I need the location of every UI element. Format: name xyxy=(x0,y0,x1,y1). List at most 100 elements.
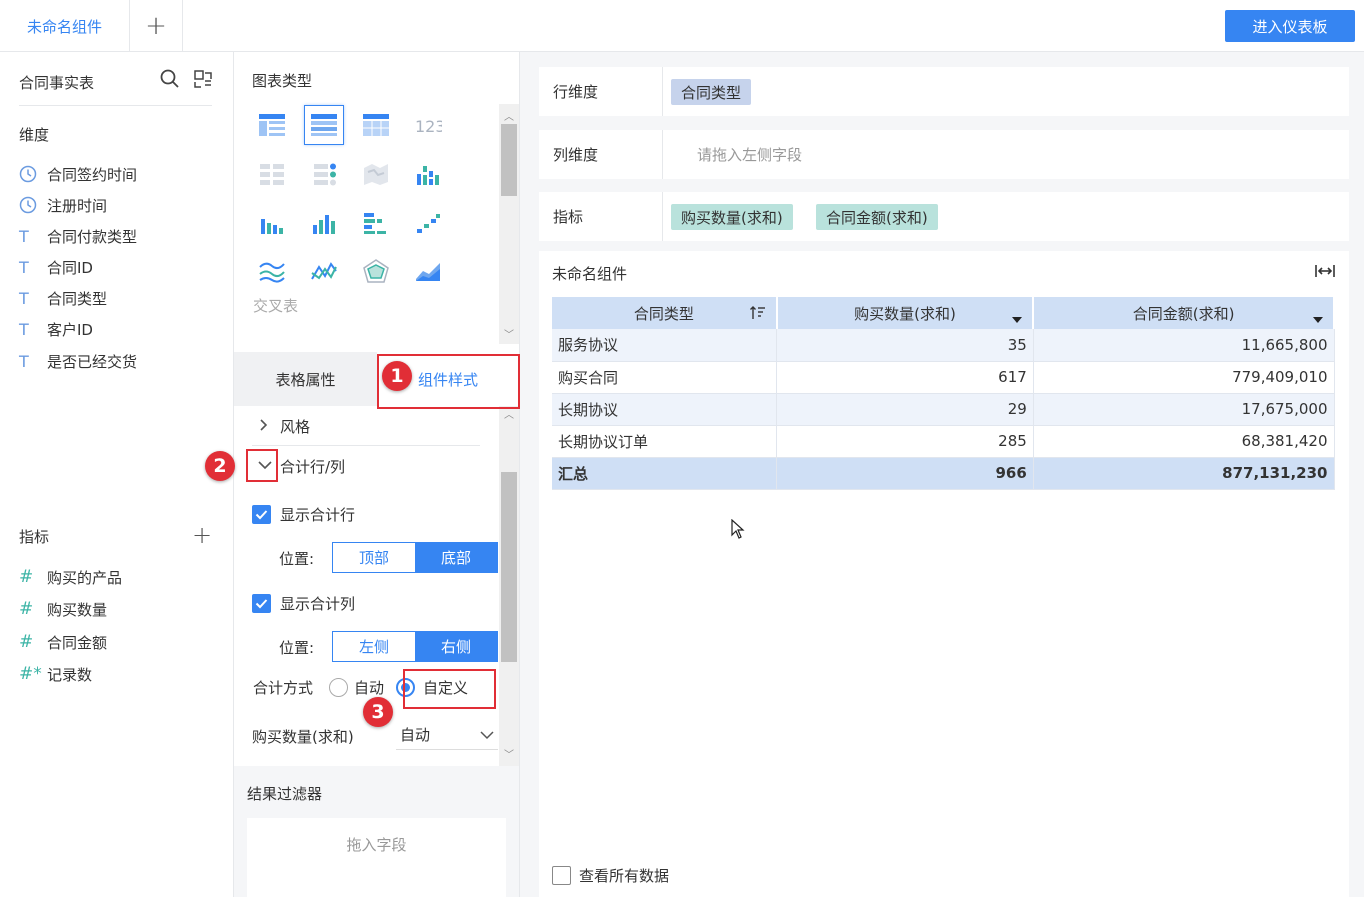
metric-field[interactable]: #* 记录数 xyxy=(19,663,92,685)
add-metric-button[interactable]: + xyxy=(192,523,212,547)
grouped-table-icon[interactable] xyxy=(356,105,396,145)
scrollbar-thumb[interactable] xyxy=(501,472,517,662)
style-section-toggle[interactable]: 风格 xyxy=(258,416,310,437)
detail-table-icon[interactable] xyxy=(252,105,292,145)
dimension-field[interactable]: T 是否已经交货 xyxy=(19,350,137,372)
row-dimension-pill[interactable]: 合同类型 xyxy=(671,79,752,105)
dimension-field[interactable]: T 客户ID xyxy=(19,318,93,340)
line-chart-icon[interactable] xyxy=(252,251,292,291)
position-left-option[interactable]: 左侧 xyxy=(333,632,415,661)
total-method-label: 合计方式 xyxy=(253,679,314,697)
table-cell[interactable]: 11,665,800 xyxy=(1033,329,1335,362)
tab-table-properties[interactable]: 表格属性 xyxy=(234,352,377,406)
area-chart-icon[interactable] xyxy=(408,251,448,291)
component-title[interactable]: 未命名组件 xyxy=(552,263,627,284)
table-cell[interactable]: 35 xyxy=(776,329,1034,362)
header-label: 购买数量(求和) xyxy=(854,304,956,323)
polyline-chart-icon[interactable] xyxy=(304,251,344,291)
map-icon[interactable] xyxy=(356,154,396,194)
show-total-col-checkbox[interactable]: 显示合计列 xyxy=(252,593,355,614)
tab-unnamed-component[interactable]: 未命名组件 xyxy=(0,0,130,52)
table-cell[interactable]: 29 xyxy=(776,393,1034,426)
table-cell[interactable]: 617 xyxy=(776,361,1034,394)
position-right-option[interactable]: 右侧 xyxy=(415,632,497,661)
position-top-option[interactable]: 顶部 xyxy=(333,543,415,572)
scrollbar-thumb[interactable] xyxy=(501,124,517,196)
bar-chart-icon[interactable] xyxy=(252,203,292,243)
result-filter-section: 结果过滤器 拖入字段 xyxy=(234,766,519,897)
filter-drop-zone[interactable]: 拖入字段 xyxy=(247,818,506,897)
col-dimension-drop-zone[interactable]: 请拖入左侧字段 xyxy=(697,130,802,179)
indicator-card-icon[interactable] xyxy=(304,154,344,194)
dimension-field[interactable]: 合同签约时间 xyxy=(19,163,137,185)
table-row: 服务协议 35 11,665,800 xyxy=(552,329,1335,362)
enter-dashboard-button[interactable]: 进入仪表板 xyxy=(1225,10,1355,42)
column-chart-icon[interactable] xyxy=(304,203,344,243)
step-badge: 2 xyxy=(205,451,235,481)
step-chart-icon[interactable] xyxy=(408,203,448,243)
text-grid-icon[interactable] xyxy=(252,154,292,194)
highlight-box xyxy=(403,669,496,709)
position-bottom-option[interactable]: 底部 xyxy=(415,543,497,572)
metric-pill[interactable]: 购买数量(求和) xyxy=(671,204,793,230)
metric-field[interactable]: # 购买的产品 xyxy=(19,566,122,588)
chevron-right-icon xyxy=(258,418,280,435)
table-cell[interactable]: 购买合同 xyxy=(552,361,778,394)
total-cell: 966 xyxy=(776,457,1034,490)
field-label: 合同签约时间 xyxy=(47,165,138,184)
checkbox-label: 查看所有数据 xyxy=(579,867,670,885)
view-all-data-checkbox[interactable]: 查看所有数据 xyxy=(552,865,669,886)
kpi-number-icon[interactable]: 123 xyxy=(408,105,448,145)
dimension-field[interactable]: 注册时间 xyxy=(19,194,107,216)
search-icon[interactable] xyxy=(160,69,180,93)
radar-chart-icon[interactable] xyxy=(356,251,396,291)
dropdown-arrow-icon[interactable] xyxy=(1012,309,1023,327)
position-label: 位置: xyxy=(279,550,315,568)
table-cell[interactable]: 779,409,010 xyxy=(1033,361,1335,394)
metric-field[interactable]: # 购买数量 xyxy=(19,598,107,620)
table-cell[interactable]: 长期协议订单 xyxy=(552,425,778,458)
field-label: 客户ID xyxy=(47,320,93,339)
crosstab-icon[interactable] xyxy=(304,105,344,145)
table-cell[interactable]: 服务协议 xyxy=(552,329,778,362)
highlight-box xyxy=(246,449,278,482)
radio-auto[interactable] xyxy=(329,678,349,697)
table-row: 长期协议 29 17,675,000 xyxy=(552,393,1335,426)
table-cell[interactable]: 68,381,420 xyxy=(1033,425,1335,458)
style-scrollbar[interactable]: ︿ ﹀ xyxy=(499,406,519,766)
chart-type-scrollbar[interactable]: ︿ ﹀ xyxy=(499,104,519,344)
chart-type-section: 图表类型 123 交叉表 ︿ ﹀ xyxy=(234,52,519,352)
column-header[interactable]: 合同类型 xyxy=(552,297,778,329)
switch-view-icon[interactable] xyxy=(193,69,213,93)
dropdown-arrow-icon[interactable] xyxy=(1313,309,1323,327)
stacked-bar-icon[interactable] xyxy=(408,154,448,194)
style-label: 风格 xyxy=(280,418,311,436)
add-tab-button[interactable]: + xyxy=(130,0,183,52)
sort-icon[interactable] xyxy=(749,306,766,324)
col-dimension-bar: 列维度 请拖入左侧字段 xyxy=(539,130,1349,179)
field-label: 购买数量 xyxy=(47,600,108,619)
table-cell[interactable]: 长期协议 xyxy=(552,393,778,426)
total-cell: 877,131,230 xyxy=(1033,457,1335,490)
metric-field[interactable]: # 合同金额 xyxy=(19,631,107,653)
record-count-icon: #* xyxy=(19,664,42,684)
text-icon: T xyxy=(19,351,29,371)
column-header[interactable]: 购买数量(求和) xyxy=(776,297,1035,329)
row-position-toggle: 顶部 底部 xyxy=(332,542,498,573)
radio-auto-label[interactable]: 自动 xyxy=(354,677,384,698)
show-total-row-checkbox[interactable]: 显示合计行 xyxy=(252,504,355,525)
agg-method-value: 自动 xyxy=(400,726,431,744)
column-header[interactable]: 合同金额(求和) xyxy=(1033,297,1335,329)
table-cell[interactable]: 285 xyxy=(776,425,1034,458)
metric-title: 指标 xyxy=(19,528,50,546)
dimension-field[interactable]: T 合同类型 xyxy=(19,287,107,309)
step-badge: 3 xyxy=(363,697,393,727)
table-cell[interactable]: 17,675,000 xyxy=(1033,393,1335,426)
dimension-field[interactable]: T 合同付款类型 xyxy=(19,225,137,247)
fit-width-icon[interactable] xyxy=(1314,263,1336,283)
metric-pill[interactable]: 合同金额(求和) xyxy=(816,204,938,230)
dimension-field[interactable]: T 合同ID xyxy=(19,256,93,278)
total-row: 汇总 966 877,131,230 xyxy=(552,457,1335,490)
horizontal-bar-icon[interactable] xyxy=(356,203,396,243)
agg-method-select[interactable]: 自动 xyxy=(396,720,498,750)
